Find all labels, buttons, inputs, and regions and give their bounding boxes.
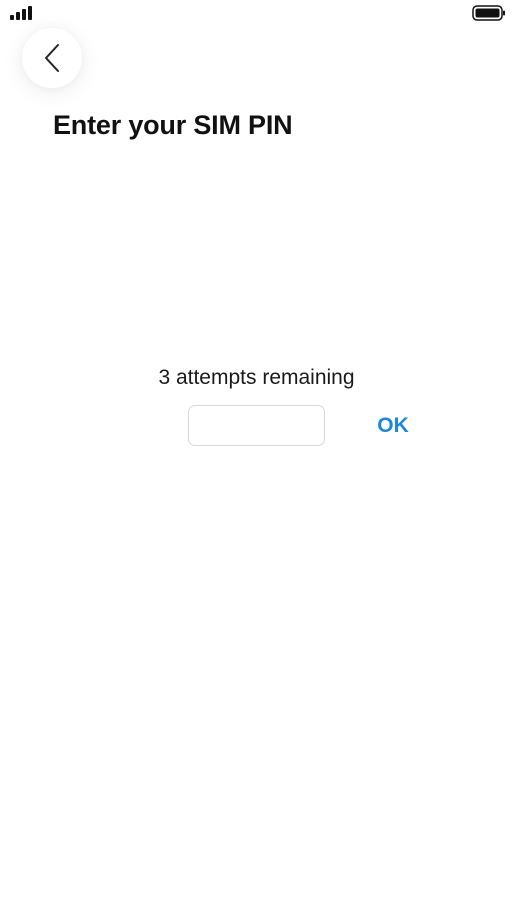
sim-pin-screen: Enter your SIM PIN 3 attempts remaining …	[0, 0, 513, 912]
sim-pin-input[interactable]	[188, 405, 325, 446]
chevron-left-icon	[43, 43, 61, 73]
battery-full-icon	[472, 5, 506, 21]
status-bar	[0, 0, 513, 28]
attempts-remaining-text: 3 attempts remaining	[158, 366, 355, 389]
signal-bars-icon	[10, 6, 32, 20]
ok-button[interactable]: OK	[368, 408, 418, 444]
page-title: Enter your SIM PIN	[53, 110, 293, 140]
back-button[interactable]	[22, 28, 82, 88]
